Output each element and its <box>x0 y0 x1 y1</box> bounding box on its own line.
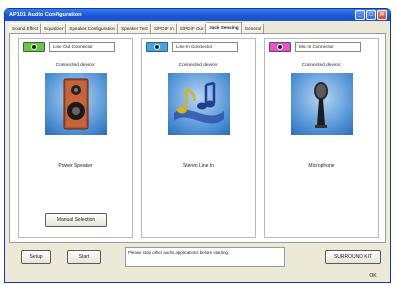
close-button[interactable]: ✕ <box>377 10 387 20</box>
line-in-jack-icon <box>146 42 168 52</box>
tab-jack-sensing[interactable]: Jack Sensing <box>206 22 242 33</box>
jack-mic-in: Mic In Connector Connected device: Micro… <box>264 38 379 238</box>
connector-label: Line Out Connector <box>49 42 115 52</box>
start-button[interactable]: Start <box>67 250 101 264</box>
music-notes-icon <box>168 73 230 135</box>
title-bar: AP101 Audio Configuration _ □ ✕ <box>5 9 390 21</box>
minimize-button[interactable]: _ <box>355 10 365 20</box>
tab-general[interactable]: General <box>241 23 264 33</box>
connected-device-heading: Connected device: <box>301 63 342 68</box>
connector-row: Line Out Connector <box>23 42 115 52</box>
jack-line-in: Line In Connector Connected device: Ster… <box>141 38 256 238</box>
surround-kit-button[interactable]: SURROUND KIT <box>325 250 381 264</box>
tab-strip: Sound Effect Equalizer Speaker Configura… <box>9 22 264 33</box>
jack-sensing-panel: Line Out Connector Connected device: Pow… <box>9 33 386 243</box>
connected-device-name: Stereo Line In <box>182 163 215 169</box>
restore-button[interactable]: □ <box>366 10 376 20</box>
tab-spdif-in[interactable]: S/PDIF In <box>150 23 177 33</box>
connector-row: Mic In Connector <box>269 42 361 52</box>
setup-button[interactable]: Setup <box>21 250 51 264</box>
tab-speaker-configuration[interactable]: Speaker Configuration <box>66 23 119 33</box>
microphone-icon <box>291 73 353 135</box>
connector-row: Line In Connector <box>146 42 238 52</box>
title-buttons: _ □ ✕ <box>355 10 387 20</box>
speaker-icon <box>45 73 107 135</box>
connector-label: Mic In Connector <box>295 42 361 52</box>
mic-in-jack-icon <box>269 42 291 52</box>
footer-bar: Setup Start Please stop other audio appl… <box>9 245 386 271</box>
tab-spdif-out[interactable]: S/PDIF Out <box>176 23 207 33</box>
line-out-jack-icon <box>23 42 45 52</box>
jack-line-out: Line Out Connector Connected device: Pow… <box>18 38 133 238</box>
bottom-bar: OK <box>5 271 390 282</box>
status-message: Please stop other audio applications bef… <box>125 247 285 267</box>
ok-button[interactable]: OK <box>360 271 386 282</box>
tab-speaker-test[interactable]: Speaker Test <box>118 23 151 33</box>
window-title: AP101 Audio Configuration <box>9 12 82 18</box>
tab-equalizer[interactable]: Equalizer <box>41 23 67 33</box>
connected-device-name: Microphone <box>308 163 335 169</box>
connected-device-heading: Connected device: <box>55 63 96 68</box>
audio-config-window: AP101 Audio Configuration _ □ ✕ Sound Ef… <box>4 8 391 283</box>
manual-selection-button[interactable]: Manual Selection <box>45 213 107 227</box>
connected-device-heading: Connected device: <box>178 63 219 68</box>
connector-label: Line In Connector <box>172 42 238 52</box>
tab-sound-effect[interactable]: Sound Effect <box>9 23 42 33</box>
connected-device-name: Power Speaker <box>58 163 93 169</box>
